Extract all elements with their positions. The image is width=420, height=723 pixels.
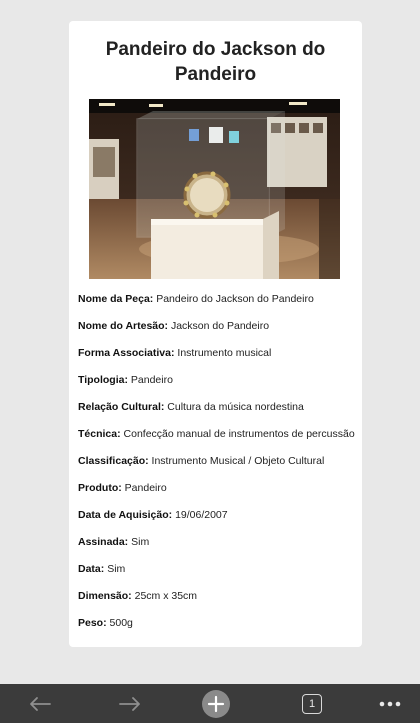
field-tecnica: Técnica: Confecção manual de instrumento… <box>78 428 355 440</box>
tabs-button[interactable]: 1 <box>292 684 332 723</box>
field-nome-da-peca: Nome da Peça: Pandeiro do Jackson do Pan… <box>78 293 314 305</box>
back-button[interactable] <box>20 684 60 723</box>
field-peso: Peso: 500g <box>78 617 133 629</box>
tab-count-icon: 1 <box>302 693 322 714</box>
field-data-de-aquisicao: Data de Aquisição: 19/06/2007 <box>78 509 228 521</box>
field-forma-associativa: Forma Associativa: Instrumento musical <box>78 347 272 359</box>
field-relacao-cultural: Relação Cultural: Cultura da música nord… <box>78 401 304 413</box>
content-card: Pandeiro do Jackson do Pandeiro Nome da … <box>69 21 362 647</box>
tab-count: 1 <box>308 697 316 710</box>
page-title: Pandeiro do Jackson do Pandeiro <box>105 39 326 85</box>
field-dimensao: Dimensão: 25cm x 35cm <box>78 590 198 602</box>
browser-toolbar: 1 <box>0 684 420 723</box>
field-classificacao: Classificação: Instrumento Musical / Obj… <box>78 455 325 467</box>
ellipsis-icon <box>379 701 401 706</box>
field-assinada: Assinada: Sim <box>78 536 150 548</box>
forward-button[interactable] <box>110 684 150 723</box>
arrow-left-icon <box>30 696 51 711</box>
field-nome-do-artesao: Nome do Artesão: Jackson do Pandeiro <box>78 320 270 332</box>
details-list: Nome da Peça: Pandeiro do Jackson do Pan… <box>78 292 356 643</box>
field-produto: Produto: Pandeiro <box>78 482 167 494</box>
plus-icon <box>202 689 230 718</box>
field-tipologia: Tipologia: Pandeiro <box>78 374 173 386</box>
more-button[interactable] <box>370 684 410 723</box>
museum-photo <box>89 99 340 279</box>
arrow-right-icon <box>119 696 140 711</box>
new-tab-button[interactable] <box>196 684 236 723</box>
field-data: Data: Sim <box>78 563 126 575</box>
